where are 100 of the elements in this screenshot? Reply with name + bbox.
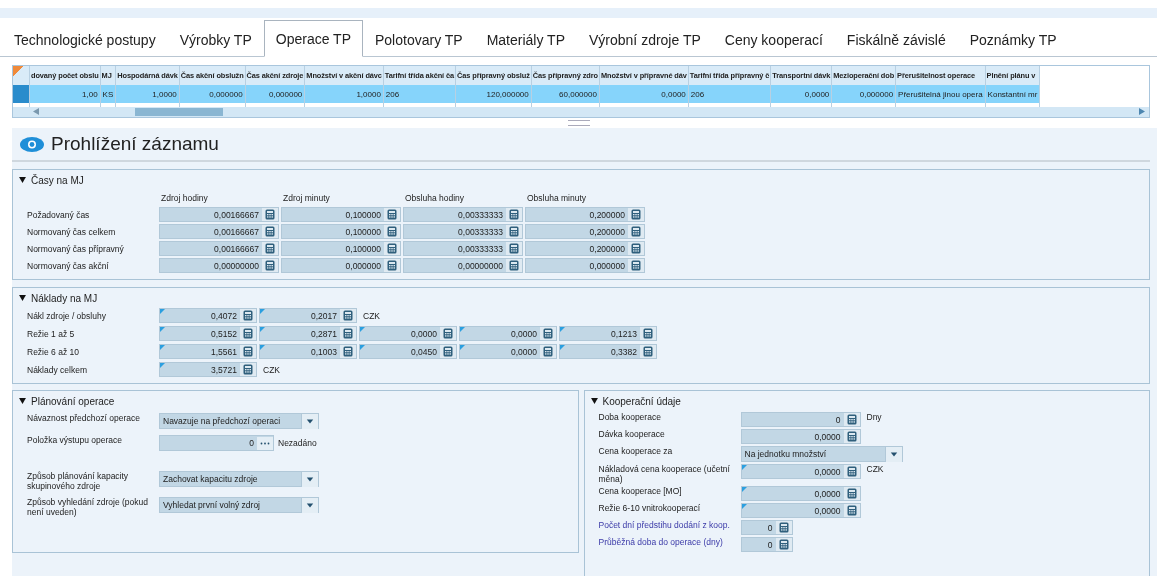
- dropdown[interactable]: Zachovat kapacitu zdroje: [159, 471, 319, 487]
- number-field[interactable]: 0: [740, 537, 793, 552]
- number-field[interactable]: 0,00333333: [403, 207, 523, 222]
- number-field[interactable]: 0,200000: [525, 224, 645, 239]
- collapse-triangle-icon[interactable]: [19, 398, 26, 404]
- calculator-icon[interactable]: [240, 309, 256, 322]
- number-field[interactable]: 0,000000: [281, 258, 401, 273]
- number-field[interactable]: 0,100000: [281, 207, 401, 222]
- number-field[interactable]: 0,0000: [740, 464, 861, 479]
- number-field[interactable]: 0,00166667: [159, 224, 279, 239]
- number-field[interactable]: 0,100000: [281, 224, 401, 239]
- calculator-icon[interactable]: [440, 345, 456, 358]
- dropdown[interactable]: Navazuje na předchozí operaci: [159, 413, 319, 429]
- tab[interactable]: Materiály TP: [474, 21, 577, 57]
- number-field[interactable]: 0,00000000: [159, 258, 279, 273]
- calculator-icon[interactable]: [843, 487, 860, 500]
- number-field[interactable]: 0,0000: [740, 429, 861, 444]
- scroll-right-arrow-icon[interactable]: [1139, 108, 1145, 115]
- calculator-icon[interactable]: [775, 538, 792, 551]
- number-field[interactable]: 0,2871: [259, 326, 357, 341]
- dropdown[interactable]: Na jednotku množství: [740, 446, 903, 462]
- number-field[interactable]: 0,00333333: [403, 224, 523, 239]
- number-field[interactable]: 0,200000: [525, 241, 645, 256]
- table-cell: Přerušitelná jinou opera: [895, 85, 986, 103]
- number-field[interactable]: 0,4072: [159, 308, 257, 323]
- calculator-icon[interactable]: [340, 309, 356, 322]
- calculator-icon[interactable]: [384, 208, 400, 221]
- number-field[interactable]: 0: [740, 520, 793, 535]
- calculator-icon[interactable]: [384, 242, 400, 255]
- number-field[interactable]: 1,5561: [159, 344, 257, 359]
- calculator-icon[interactable]: [628, 208, 644, 221]
- calculator-icon[interactable]: [384, 259, 400, 272]
- calculator-icon[interactable]: [262, 208, 278, 221]
- table-cell: 120,000000: [455, 85, 532, 103]
- calculator-icon[interactable]: [440, 327, 456, 340]
- number-field[interactable]: 0,5152: [159, 326, 257, 341]
- calculator-icon[interactable]: [340, 345, 356, 358]
- calculator-icon[interactable]: [262, 242, 278, 255]
- calculator-icon[interactable]: [628, 242, 644, 255]
- number-field[interactable]: 0: [740, 412, 861, 427]
- tab[interactable]: Fiskálně závislé: [834, 21, 958, 57]
- tab[interactable]: Výrobní zdroje TP: [577, 21, 713, 57]
- table-cell: 0,000000: [245, 85, 305, 103]
- collapse-triangle-icon[interactable]: [19, 295, 26, 301]
- number-field[interactable]: 0,00166667: [159, 241, 279, 256]
- calculator-icon[interactable]: [640, 327, 656, 340]
- calculator-icon[interactable]: [775, 521, 792, 534]
- tab[interactable]: Technologické postupy: [2, 21, 168, 57]
- number-field[interactable]: 0,00333333: [403, 241, 523, 256]
- calculator-icon[interactable]: [240, 363, 256, 376]
- tab[interactable]: Polotovary TP: [363, 21, 475, 57]
- calculator-icon[interactable]: [506, 208, 522, 221]
- field-label: Způsob vyhledání zdroje (pokud není uveden): [27, 497, 149, 517]
- calculator-icon[interactable]: [628, 225, 644, 238]
- number-field[interactable]: 3,5721: [159, 362, 257, 377]
- calculator-icon[interactable]: [843, 504, 860, 517]
- number-field[interactable]: 0,0000: [740, 503, 861, 518]
- tab[interactable]: Operace TP: [263, 20, 363, 57]
- calculator-icon[interactable]: [340, 327, 356, 340]
- calculator-icon[interactable]: [628, 259, 644, 272]
- calculator-icon[interactable]: [506, 242, 522, 255]
- tab[interactable]: Poznámky TP: [957, 21, 1069, 57]
- calculator-icon[interactable]: [262, 259, 278, 272]
- calculator-icon[interactable]: [506, 225, 522, 238]
- number-field[interactable]: 0,0000: [359, 326, 457, 341]
- collapse-triangle-icon[interactable]: [590, 398, 598, 404]
- number-field[interactable]: 0,3382: [559, 344, 657, 359]
- calculator-icon[interactable]: [843, 413, 860, 426]
- calculator-icon[interactable]: [843, 430, 860, 443]
- field-label: Nákladová cena kooperace (učetní měna): [598, 464, 731, 484]
- number-field[interactable]: 0,1003: [259, 344, 357, 359]
- number-field[interactable]: 0,2017: [259, 308, 357, 323]
- number-field[interactable]: 0,200000: [525, 207, 645, 222]
- number-field[interactable]: 0,0000: [740, 486, 861, 501]
- calculator-icon[interactable]: [540, 345, 556, 358]
- lookup-field[interactable]: 0: [159, 435, 274, 451]
- calculator-icon[interactable]: [540, 327, 556, 340]
- number-field[interactable]: 0,00166667: [159, 207, 279, 222]
- calculator-icon[interactable]: [384, 225, 400, 238]
- horizontal-scrollbar[interactable]: [13, 107, 1149, 117]
- number-field[interactable]: 0,0450: [359, 344, 457, 359]
- calculator-icon[interactable]: [640, 345, 656, 358]
- table-cell: 0,000000: [831, 85, 896, 103]
- splitter-grip[interactable]: [567, 120, 590, 126]
- tab[interactable]: Výrobky TP: [167, 21, 264, 57]
- tab[interactable]: Ceny kooperací: [712, 21, 835, 57]
- calculator-icon[interactable]: [262, 225, 278, 238]
- number-field[interactable]: 0,1213: [559, 326, 657, 341]
- number-field[interactable]: 0,000000: [525, 258, 645, 273]
- table-cell: 1,0000: [304, 85, 384, 103]
- calculator-icon[interactable]: [506, 259, 522, 272]
- calculator-icon[interactable]: [843, 465, 860, 478]
- calculator-icon[interactable]: [240, 327, 256, 340]
- number-field[interactable]: 0,0000: [459, 326, 557, 341]
- dropdown[interactable]: Vyhledat první volný zdroj: [159, 497, 319, 513]
- collapse-triangle-icon[interactable]: [19, 177, 26, 183]
- number-field[interactable]: 0,00000000: [403, 258, 523, 273]
- number-field[interactable]: 0,0000: [459, 344, 557, 359]
- number-field[interactable]: 0,100000: [281, 241, 401, 256]
- calculator-icon[interactable]: [240, 345, 256, 358]
